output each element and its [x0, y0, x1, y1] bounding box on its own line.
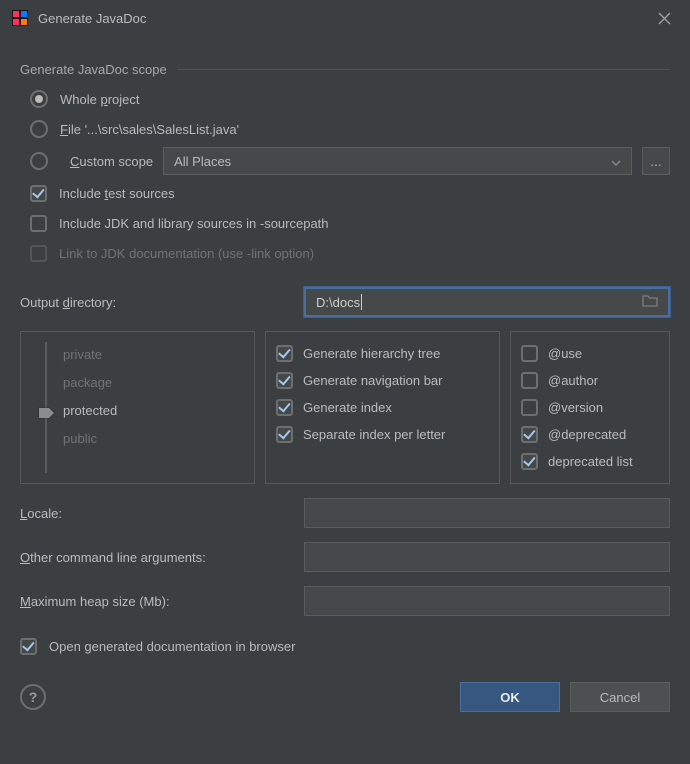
checkbox-label: Generate hierarchy tree [303, 346, 440, 361]
locale-input[interactable] [304, 498, 670, 528]
generate-options-panel: Generate hierarchy tree Generate navigat… [265, 331, 500, 484]
heap-size-label: Maximum heap size (Mb): [20, 594, 290, 609]
check-navbar[interactable]: Generate navigation bar [276, 367, 489, 394]
check-use[interactable]: @use [521, 340, 659, 367]
checkbox-label: @deprecated [548, 427, 626, 442]
output-directory-input[interactable]: D:\docs [304, 287, 670, 317]
radio-custom-scope[interactable] [30, 152, 48, 170]
checkbox-icon [30, 215, 47, 232]
check-version[interactable]: @version [521, 394, 659, 421]
checkbox-icon [521, 345, 538, 362]
scope-header-label: Generate JavaDoc scope [20, 62, 167, 77]
title-bar: Generate JavaDoc [0, 0, 690, 36]
checkbox-label: Open generated documentation in browser [49, 639, 295, 654]
output-value: D:\docs [316, 295, 360, 310]
radio-icon [30, 120, 48, 138]
visibility-private[interactable]: private [63, 340, 244, 368]
visibility-package[interactable]: package [63, 368, 244, 396]
visibility-protected[interactable]: protected [63, 396, 244, 424]
checkbox-label: @use [548, 346, 582, 361]
close-icon[interactable] [650, 4, 678, 32]
custom-scope-dropdown[interactable]: All Places [163, 147, 632, 175]
checkbox-label: Include JDK and library sources in -sour… [59, 216, 329, 231]
check-include-jdk[interactable]: Include JDK and library sources in -sour… [30, 211, 670, 235]
checkbox-icon [521, 372, 538, 389]
check-separate-index[interactable]: Separate index per letter [276, 421, 489, 448]
other-args-label: Other command line arguments: [20, 550, 290, 565]
heap-size-input[interactable] [304, 586, 670, 616]
checkbox-label: @version [548, 400, 603, 415]
locale-label: Locale: [20, 506, 290, 521]
checkbox-icon [276, 372, 293, 389]
folder-icon[interactable] [642, 294, 658, 310]
check-author[interactable]: @author [521, 367, 659, 394]
window-title: Generate JavaDoc [38, 11, 146, 26]
checkbox-label: Separate index per letter [303, 427, 445, 442]
cancel-button[interactable]: Cancel [570, 682, 670, 712]
slider-handle-icon[interactable] [37, 406, 55, 420]
check-deprecated-list[interactable]: deprecated list [521, 448, 659, 475]
check-open-browser[interactable]: Open generated documentation in browser [20, 634, 670, 658]
checkbox-label: @author [548, 373, 598, 388]
checkbox-icon [276, 399, 293, 416]
chevron-down-icon [611, 154, 621, 169]
check-include-test[interactable]: Include test sources [30, 181, 670, 205]
checkbox-label: deprecated list [548, 454, 633, 469]
scope-section-header: Generate JavaDoc scope [20, 62, 670, 77]
ok-button[interactable]: OK [460, 682, 560, 712]
checkbox-label: Include test sources [59, 186, 175, 201]
browse-scope-button[interactable]: ... [642, 147, 670, 175]
radio-whole-project[interactable]: Whole project [30, 87, 670, 111]
checkbox-icon [521, 399, 538, 416]
visibility-slider-panel[interactable]: private package protected public [20, 331, 255, 484]
radio-label: Custom scope [70, 154, 153, 169]
radio-label: File '...\src\sales\SalesList.java' [60, 122, 239, 137]
checkbox-icon [521, 426, 538, 443]
check-link-jdk: Link to JDK documentation (use -link opt… [30, 241, 670, 265]
visibility-public[interactable]: public [63, 424, 244, 452]
checkbox-label: Link to JDK documentation (use -link opt… [59, 246, 314, 261]
other-args-input[interactable] [304, 542, 670, 572]
app-icon [12, 10, 28, 26]
checkbox-icon [30, 185, 47, 202]
checkbox-label: Generate index [303, 400, 392, 415]
checkbox-label: Generate navigation bar [303, 373, 442, 388]
checkbox-icon [276, 345, 293, 362]
dropdown-value: All Places [174, 154, 231, 169]
checkbox-icon [521, 453, 538, 470]
tag-options-panel: @use @author @version @deprecated deprec… [510, 331, 670, 484]
output-directory-label: Output directory: [20, 295, 290, 310]
help-button[interactable]: ? [20, 684, 46, 710]
checkbox-icon [30, 245, 47, 262]
checkbox-icon [276, 426, 293, 443]
checkbox-icon [20, 638, 37, 655]
check-index[interactable]: Generate index [276, 394, 489, 421]
radio-file[interactable]: File '...\src\sales\SalesList.java' [30, 117, 670, 141]
radio-label: Whole project [60, 92, 140, 107]
check-hierarchy[interactable]: Generate hierarchy tree [276, 340, 489, 367]
check-deprecated[interactable]: @deprecated [521, 421, 659, 448]
radio-icon [30, 90, 48, 108]
